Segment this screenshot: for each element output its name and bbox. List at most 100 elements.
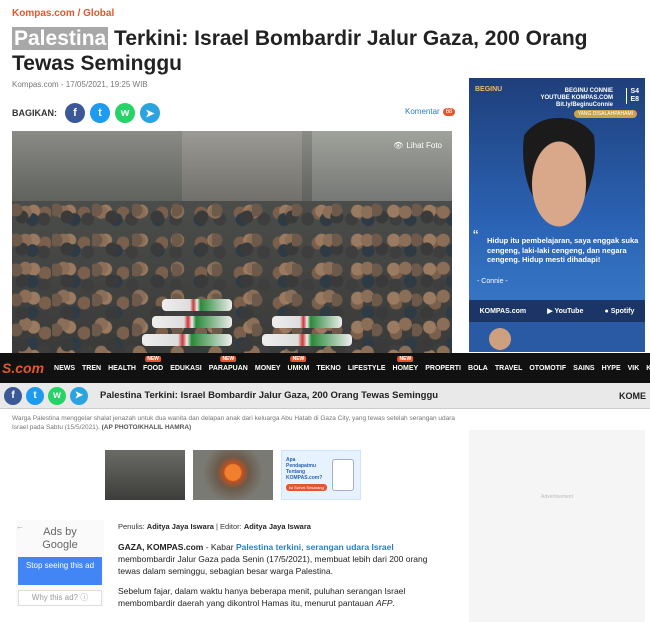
sidebar-ad-beginu[interactable]: BEGINU BEGINU CONNIE YOUTUBE KOMPAS.COM …: [469, 78, 645, 322]
nav-item-hype[interactable]: HYPE: [602, 365, 621, 372]
sticky-comment-link[interactable]: KOME: [619, 391, 646, 401]
view-photo-link[interactable]: 👁 Lihat Foto: [393, 141, 442, 150]
p2-source: AFP: [375, 598, 393, 608]
new-badge: NEW: [145, 355, 161, 362]
telegram-share-icon[interactable]: ➤: [140, 103, 160, 123]
editor-label: | Editor:: [216, 522, 242, 531]
ad-quote: Hidup itu pembelajaran, saya enggak suka…: [487, 236, 639, 264]
twitter-share-icon[interactable]: t: [26, 386, 44, 405]
facebook-share-icon[interactable]: f: [65, 103, 85, 123]
photo-caption: Warga Palestina menggelar shalat jenazah…: [12, 414, 457, 432]
twitter-share-icon[interactable]: t: [90, 103, 110, 123]
nav-item-label: HEALTH: [108, 364, 136, 372]
writer-name[interactable]: Aditya Jaya Iswara: [147, 522, 214, 531]
nav-item-edukasi[interactable]: EDUKASI: [170, 365, 202, 372]
nav-item-tekno[interactable]: TEKNO: [316, 365, 341, 372]
nav-item-properti[interactable]: PROPERTI: [425, 365, 461, 372]
nav-item-umkm[interactable]: UMKM NEW: [287, 355, 310, 372]
comment-count-badge: 68: [442, 107, 456, 116]
sidebar-ad-secondary[interactable]: [469, 322, 645, 352]
nav-item-label: TRAVEL: [494, 364, 523, 372]
photo-shroud: [272, 316, 342, 328]
nav-item-tren[interactable]: TREN: [82, 365, 101, 372]
nav-items: NEWS TREN HEALTH FOOD NEW EDUKASI PARAPUAN NEW M…: [54, 355, 650, 372]
nav-item-sains[interactable]: SAINS: [573, 365, 594, 372]
whatsapp-share-icon[interactable]: w: [115, 103, 135, 123]
p2-part-b: .: [392, 598, 395, 608]
whatsapp-share-icon[interactable]: w: [48, 386, 66, 405]
nav-item-label: LIFESTYLE: [347, 364, 386, 372]
telegram-share-icon[interactable]: ➤: [70, 386, 88, 405]
p2-part-a: Sebelum fajar, dalam waktu hanya beberap…: [118, 586, 406, 608]
nav-item-kol[interactable]: KOL: [646, 365, 650, 372]
nav-item-parapuan[interactable]: PARAPUAN NEW: [209, 355, 248, 372]
nav-item-label: NEWS: [54, 364, 76, 372]
advertisement-label: Advertisement: [541, 494, 573, 500]
why-this-ad-button[interactable]: Why this ad? ⓘ: [18, 590, 102, 606]
nav-item-label: TREN: [82, 364, 102, 372]
nav-item-food[interactable]: FOOD NEW: [143, 355, 163, 372]
breadcrumb-site[interactable]: Kompas.com: [12, 8, 75, 19]
caption-text: Warga Palestina menggelar shalat jenazah…: [12, 415, 456, 431]
nav-item-money[interactable]: MONEY: [255, 365, 281, 372]
spotify-icon: ● Spotify: [604, 307, 635, 315]
stop-seeing-ad-button[interactable]: Stop seeing this ad: [18, 557, 102, 585]
photo-shroud: [162, 299, 232, 311]
nav-item-otomotif[interactable]: OTOMOTIF: [529, 365, 566, 372]
byline: Penulis: Aditya Jaya Iswara | Editor: Ad…: [118, 521, 448, 533]
ad-season-episode: S4 E8: [626, 88, 639, 104]
title-highlight: Palestina: [12, 27, 109, 50]
p1-part-a: - Kabar: [203, 542, 236, 552]
ad-brand-line2: YOUTUBE KOMPAS.COM: [540, 95, 613, 101]
survey-text: Apa Pendapatmu Tentang KOMPAS.com?: [286, 457, 323, 481]
nav-item-label: UMKM: [287, 364, 310, 372]
main-photo[interactable]: 👁 Lihat Foto: [12, 131, 452, 353]
photo-crowd: [12, 201, 452, 353]
kompas-nav-logo[interactable]: S.com: [2, 360, 44, 376]
nav-item-homey[interactable]: HOMEY NEW: [393, 355, 418, 372]
nav-item-label: SAINS: [573, 364, 595, 372]
nav-item-news[interactable]: NEWS: [54, 365, 75, 372]
nav-item-bola[interactable]: BOLA: [468, 365, 488, 372]
nav-item-health[interactable]: HEALTH: [108, 365, 136, 372]
youtube-icon: ▶ YouTube: [547, 308, 584, 315]
link-serangan-udara[interactable]: serangan udara Israel: [306, 542, 394, 552]
editor-name[interactable]: Aditya Jaya Iswara: [244, 522, 311, 531]
nav-item-label: TEKNO: [316, 364, 341, 372]
nav-item-lifestyle[interactable]: LIFESTYLE: [348, 365, 386, 372]
nav-item-label: HYPE: [601, 364, 621, 372]
nav-item-label: EDUKASI: [170, 364, 202, 372]
survey-button: Isi Survei Sekarang: [286, 484, 327, 491]
ad-brand-line3: Bit.ly/BeginuConnie: [556, 102, 613, 108]
new-badge: NEW: [220, 355, 237, 362]
view-photo-label: Lihat Foto: [406, 141, 442, 150]
ads-by-google-label: Ads by Google: [16, 526, 104, 552]
thumbnail-explosion[interactable]: [193, 450, 273, 500]
writer-label: Penulis:: [118, 522, 145, 531]
sidebar-ad-placeholder[interactable]: Advertisement: [469, 430, 645, 622]
comment-label: Komentar: [405, 107, 440, 116]
thumbnail-survey[interactable]: Apa Pendapatmu Tentang KOMPAS.com? Isi S…: [281, 450, 361, 500]
thumbnail-funeral[interactable]: [105, 450, 185, 500]
new-badge: NEW: [397, 355, 414, 362]
ad-brand: BEGINU CONNIE YOUTUBE KOMPAS.COM Bit.ly/…: [540, 88, 613, 109]
share-bar: BAGIKAN: f t w ➤: [12, 103, 160, 123]
breadcrumb-section[interactable]: Global: [83, 8, 114, 19]
kompas-logo: KOMPAS.com: [479, 307, 527, 315]
quote-icon: “: [473, 228, 479, 245]
caption-credit: (AP PHOTO/KHALIL HAMRA): [101, 424, 192, 431]
ad-brand-line1: BEGINU CONNIE: [564, 88, 613, 94]
sticky-share-bar: f t w ➤ Palestina Terkini: Israel Bombar…: [0, 383, 650, 409]
nav-item-vik[interactable]: VIK: [628, 365, 640, 372]
p1-part-b: membombardir Jalur Gaza pada Senin (17/5…: [118, 554, 428, 576]
facebook-share-icon[interactable]: f: [4, 386, 22, 405]
paragraph-2: Sebelum fajar, dalam waktu hanya beberap…: [118, 585, 448, 609]
ad-episode: E8: [630, 96, 639, 103]
ad-author: - Connie -: [477, 278, 508, 285]
phone-icon: [332, 459, 354, 491]
nav-item-travel[interactable]: TRAVEL: [495, 365, 522, 372]
comment-link[interactable]: Komentar 68: [405, 107, 456, 116]
google-ads-widget: ← Ads by Google Stop seeing this ad Why …: [16, 520, 104, 606]
share-label: BAGIKAN:: [12, 108, 57, 118]
link-palestina-terkini[interactable]: Palestina terkini: [236, 542, 301, 552]
